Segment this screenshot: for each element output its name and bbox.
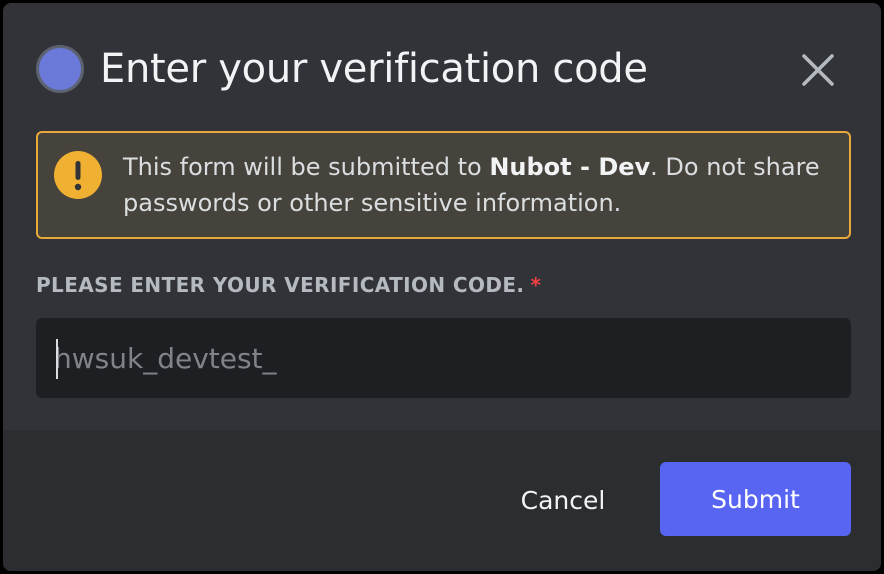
submit-button[interactable]: Submit xyxy=(660,462,851,536)
modal-footer: Cancel Submit xyxy=(3,430,881,571)
modal-header: Enter your verification code xyxy=(3,3,881,123)
close-icon xyxy=(802,54,834,86)
verification-code-input[interactable] xyxy=(36,318,851,398)
modal-title: Enter your verification code xyxy=(100,46,648,92)
cancel-button[interactable]: Cancel xyxy=(493,465,633,535)
warning-text-prefix: This form will be submitted to xyxy=(123,153,490,181)
exclamation-icon xyxy=(54,151,102,199)
warning-text: This form will be submitted to Nubot - D… xyxy=(123,149,823,221)
warning-app-name: Nubot - Dev xyxy=(489,153,651,181)
verification-modal: Enter your verification code This form w… xyxy=(3,3,881,571)
required-mark: * xyxy=(530,273,542,297)
close-button[interactable] xyxy=(798,50,838,90)
field-label: PLEASE ENTER YOUR VERIFICATION CODE. * xyxy=(36,273,541,297)
text-caret xyxy=(56,339,58,379)
app-avatar xyxy=(36,45,84,93)
field-label-text: PLEASE ENTER YOUR VERIFICATION CODE. xyxy=(36,273,525,297)
warning-notice: This form will be submitted to Nubot - D… xyxy=(36,131,851,239)
